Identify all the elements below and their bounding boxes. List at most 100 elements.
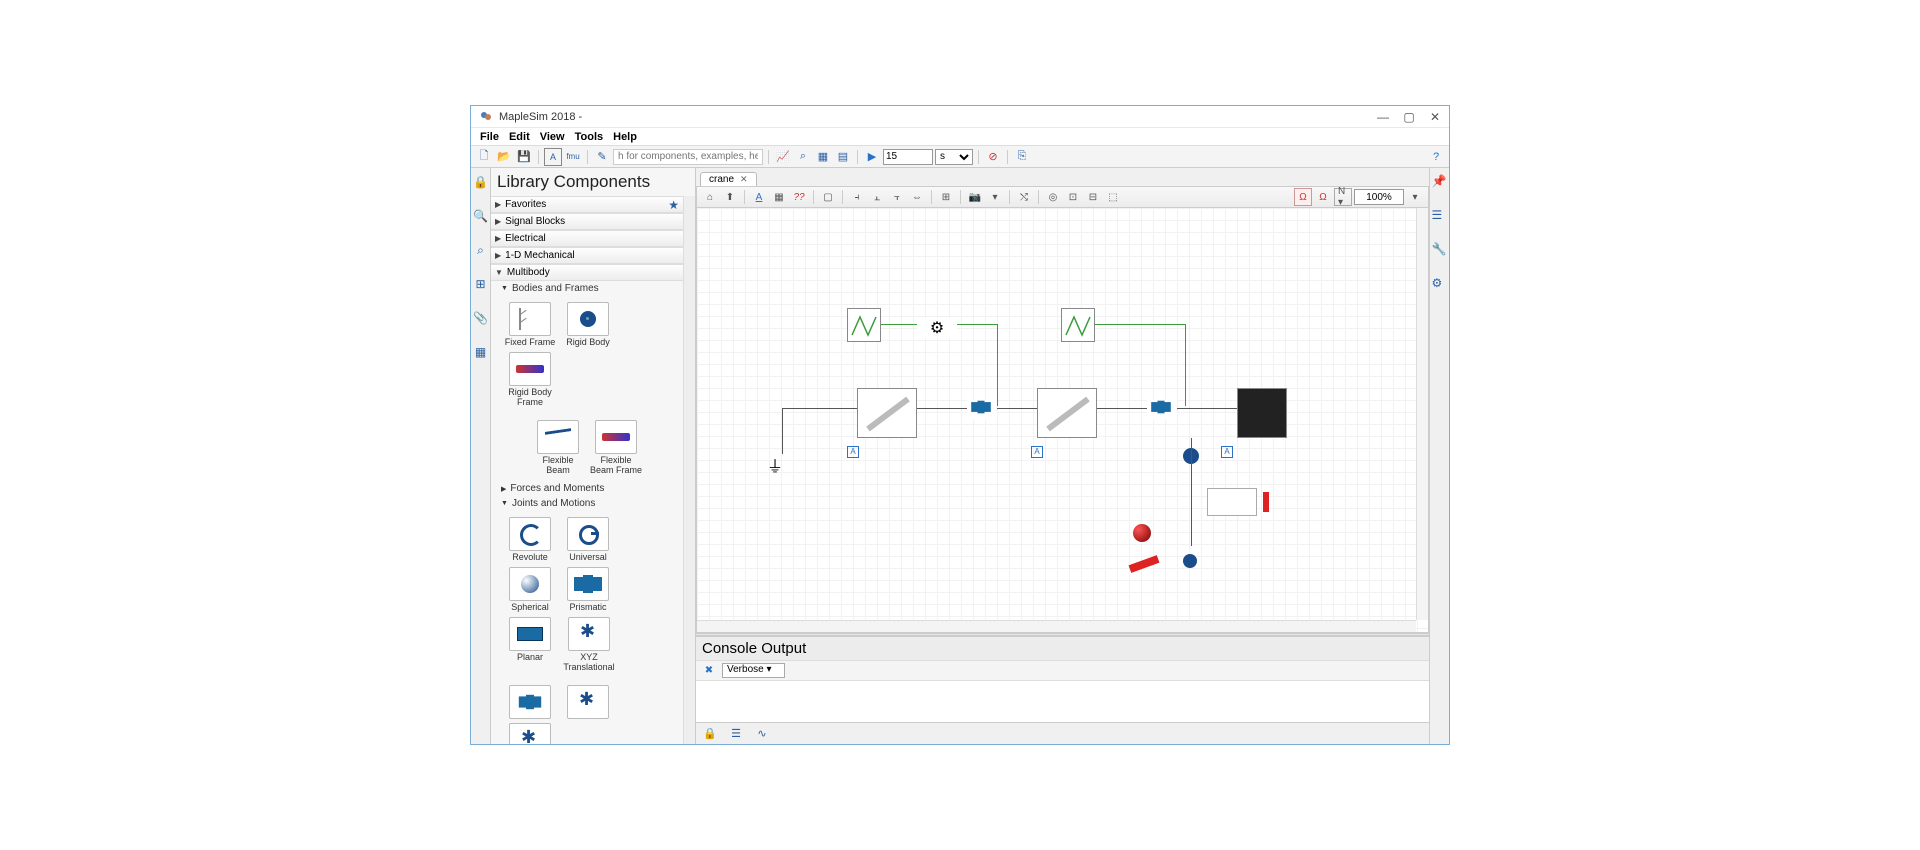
- comp-planar[interactable]: Planar: [503, 617, 557, 673]
- block-source2[interactable]: [1061, 308, 1095, 342]
- block-spring1[interactable]: [1207, 488, 1257, 516]
- block-spring-red[interactable]: [1263, 492, 1269, 512]
- find-tab-icon[interactable]: ⌕: [473, 242, 489, 258]
- comp-spherical[interactable]: Spherical: [503, 567, 557, 613]
- new-file-icon[interactable]: 🗋: [475, 148, 493, 166]
- search-tab-icon[interactable]: 🔍: [473, 208, 489, 224]
- play-icon[interactable]: ▶: [863, 148, 881, 166]
- open-file-icon[interactable]: 📂: [495, 148, 513, 166]
- stop-icon[interactable]: ⊘: [984, 148, 1002, 166]
- cat-favorites[interactable]: ▶Favorites★: [491, 196, 683, 213]
- label-a-icon[interactable]: A: [750, 188, 768, 206]
- doc-icon[interactable]: ☰: [1432, 208, 1448, 224]
- tree-tab-icon[interactable]: ⊞: [473, 276, 489, 292]
- lock-icon[interactable]: 🔒: [702, 726, 718, 742]
- wrench-icon[interactable]: 🔧: [1432, 242, 1448, 258]
- align-r-icon[interactable]: ⫟: [888, 188, 906, 206]
- comp-extra-1[interactable]: [503, 685, 557, 719]
- cat-1d-mechanical[interactable]: ▶1-D Mechanical: [491, 247, 683, 264]
- attach-tab-icon[interactable]: 📎: [473, 310, 489, 326]
- minimize-button[interactable]: —: [1377, 111, 1389, 123]
- close-button[interactable]: ✕: [1429, 111, 1441, 123]
- block-beam1[interactable]: [857, 388, 917, 438]
- block-ground[interactable]: ⏚: [767, 453, 797, 473]
- sim-time-input[interactable]: [883, 149, 933, 165]
- align-l-icon[interactable]: ⫞: [848, 188, 866, 206]
- pin-icon[interactable]: 📌: [1432, 174, 1448, 190]
- probe-icon[interactable]: ⌕: [794, 148, 812, 166]
- block-beam2[interactable]: [1037, 388, 1097, 438]
- canvas-hscroll[interactable]: [697, 620, 1416, 632]
- gear-icon[interactable]: ⚙: [1432, 276, 1448, 292]
- grid-toggle-icon[interactable]: ▦: [770, 188, 788, 206]
- menu-edit[interactable]: Edit: [504, 131, 535, 143]
- block-pulley2[interactable]: [1183, 554, 1197, 568]
- sim-units-select[interactable]: s: [935, 149, 973, 165]
- comp-flexible-beam-frame[interactable]: Flexible Beam Frame: [589, 420, 643, 476]
- chip-tab-icon[interactable]: ▦: [473, 344, 489, 360]
- copy-icon[interactable]: ⎘: [1013, 148, 1031, 166]
- block-gear[interactable]: ⚙: [917, 318, 957, 338]
- pencil-icon[interactable]: ✎: [593, 148, 611, 166]
- verbose-select[interactable]: Verbose ▾: [722, 663, 785, 678]
- plot-icon[interactable]: 📈: [774, 148, 792, 166]
- comp-extra-3[interactable]: [503, 723, 557, 744]
- cat-multibody[interactable]: ▼Multibody: [491, 264, 683, 281]
- menu-tools[interactable]: Tools: [570, 131, 609, 143]
- lock-icon[interactable]: 🔒: [473, 174, 489, 190]
- comp-universal[interactable]: Universal: [561, 517, 615, 563]
- notes-icon[interactable]: ☰: [728, 726, 744, 742]
- question-icon[interactable]: ??: [790, 188, 808, 206]
- console-body[interactable]: [696, 681, 1429, 722]
- maximize-button[interactable]: ▢: [1403, 111, 1415, 123]
- block-joint1[interactable]: [967, 400, 997, 420]
- block-source1[interactable]: [847, 308, 881, 342]
- cat-electrical[interactable]: ▶Electrical: [491, 230, 683, 247]
- chevron-down-icon[interactable]: ▾: [986, 188, 1004, 206]
- shuffle-icon[interactable]: ⤭: [1015, 188, 1033, 206]
- distribute-icon[interactable]: ⇔: [908, 188, 926, 206]
- menu-help[interactable]: Help: [608, 131, 642, 143]
- block-joint2[interactable]: [1147, 400, 1177, 420]
- grid1-icon[interactable]: ▦: [814, 148, 832, 166]
- fit-page-icon[interactable]: ⊡: [1064, 188, 1082, 206]
- canvas-vscroll[interactable]: [1416, 208, 1428, 620]
- comp-prismatic[interactable]: Prismatic: [561, 567, 615, 613]
- save-file-icon[interactable]: 💾: [515, 148, 533, 166]
- text-label-icon[interactable]: A: [544, 148, 562, 166]
- block-damper[interactable]: [1129, 555, 1160, 573]
- group-icon[interactable]: ⊞: [937, 188, 955, 206]
- box-icon[interactable]: ▢: [819, 188, 837, 206]
- clear-console-icon[interactable]: ✖: [700, 662, 718, 680]
- fit-target-icon[interactable]: ◎: [1044, 188, 1062, 206]
- camera-icon[interactable]: 📷: [966, 188, 984, 206]
- comp-xyz-translational[interactable]: XYZ Translational: [561, 617, 617, 673]
- n-icon[interactable]: N ▾: [1334, 188, 1352, 206]
- fmu-icon[interactable]: fmu: [564, 148, 582, 166]
- grid2-icon[interactable]: ▤: [834, 148, 852, 166]
- model-canvas[interactable]: ⚙ ⏚: [697, 208, 1428, 632]
- subcat-forces-moments[interactable]: ▶Forces and Moments: [491, 481, 683, 496]
- comp-revolute[interactable]: Revolute: [503, 517, 557, 563]
- zoom-reset-icon[interactable]: ⊟: [1084, 188, 1102, 206]
- subcat-bodies-frames[interactable]: ▼Bodies and Frames: [491, 281, 683, 296]
- close-tab-icon[interactable]: ✕: [740, 174, 748, 185]
- home-icon[interactable]: ⌂: [701, 188, 719, 206]
- align-c-icon[interactable]: ⫠: [868, 188, 886, 206]
- cat-signal-blocks[interactable]: ▶Signal Blocks: [491, 213, 683, 230]
- comp-fixed-frame[interactable]: Fixed Frame: [503, 302, 557, 348]
- snap2-icon[interactable]: Ω: [1314, 188, 1332, 206]
- up-icon[interactable]: ⬆: [721, 188, 739, 206]
- comp-extra-2[interactable]: [561, 685, 615, 719]
- activity-icon[interactable]: ∿: [754, 726, 770, 742]
- menu-file[interactable]: File: [475, 131, 504, 143]
- block-hook[interactable]: [1237, 388, 1287, 438]
- block-mass[interactable]: [1133, 524, 1151, 542]
- library-scrollbar[interactable]: [683, 196, 695, 744]
- subcat-joints-motions[interactable]: ▼Joints and Motions: [491, 496, 683, 511]
- snap1-icon[interactable]: Ω: [1294, 188, 1312, 206]
- zoom-select[interactable]: [1354, 189, 1404, 205]
- help-icon[interactable]: ?: [1427, 148, 1445, 166]
- star-icon[interactable]: ★: [668, 198, 679, 212]
- zoom-chevron-icon[interactable]: ▾: [1406, 188, 1424, 206]
